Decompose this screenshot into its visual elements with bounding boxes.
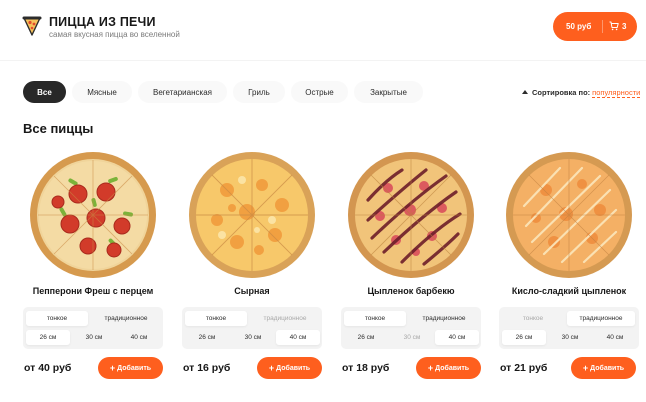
- plus-icon: +: [427, 363, 434, 373]
- pizza-price: от 40 руб: [24, 362, 72, 374]
- pizza-image: [506, 152, 632, 278]
- cart-button[interactable]: 50 руб 3: [553, 12, 637, 41]
- pizza-card: Кисло-сладкий цыпленок тонкое традиционн…: [499, 150, 639, 390]
- size-26[interactable]: 26 см: [344, 330, 388, 345]
- pizza-price: от 16 руб: [183, 362, 231, 374]
- pizza-name: Сырная: [234, 286, 270, 296]
- size-40[interactable]: 40 см: [435, 330, 479, 345]
- pizza-price: от 21 руб: [500, 362, 548, 374]
- size-30[interactable]: 30 см: [72, 330, 116, 345]
- dough-type-thin[interactable]: тонкое: [502, 311, 564, 326]
- cart-total-price: 50 руб: [566, 22, 592, 31]
- plus-icon: +: [582, 363, 589, 373]
- pizza-slice-icon[interactable]: [21, 15, 43, 37]
- add-to-cart-button[interactable]: + Добавить: [416, 357, 481, 379]
- size-40[interactable]: 40 см: [117, 330, 161, 345]
- category-spicy[interactable]: Острые: [291, 81, 348, 103]
- pizza-price: от 18 руб: [342, 362, 390, 374]
- dough-type-traditional[interactable]: традиционное: [412, 311, 476, 326]
- pizza-image: [189, 152, 315, 278]
- size-30[interactable]: 30 см: [548, 330, 592, 345]
- header-divider: [0, 60, 646, 61]
- pizza-name: Кисло-сладкий цыпленок: [511, 286, 627, 296]
- pizza-image: [30, 152, 156, 278]
- brand-title[interactable]: ПИЦЦА ИЗ ПЕЧИ: [49, 15, 156, 29]
- category-grill[interactable]: Гриль: [233, 81, 285, 103]
- dough-type-thin[interactable]: тонкое: [344, 311, 406, 326]
- sort-label: Сортировка по:: [532, 88, 591, 97]
- add-button-label: Добавить: [435, 364, 470, 372]
- category-closed[interactable]: Закрытые: [354, 81, 423, 103]
- add-button-label: Добавить: [276, 364, 311, 372]
- pizza-card: Сырная тонкое традиционное 26 см 30 см 4…: [182, 150, 322, 390]
- size-30[interactable]: 30 см: [231, 330, 275, 345]
- pizza-name: Цыпленок барбекю: [367, 286, 455, 296]
- pizza-options: тонкое традиционное 26 см 30 см 40 см: [341, 307, 481, 349]
- sort-arrow-icon: [522, 90, 528, 94]
- pizza-options: тонкое традиционное 26 см 30 см 40 см: [182, 307, 322, 349]
- add-button-label: Добавить: [590, 364, 625, 372]
- cart-divider: [602, 20, 603, 33]
- sort-value-link[interactable]: популярности: [592, 88, 641, 98]
- pizza-image: [348, 152, 474, 278]
- dough-type-traditional[interactable]: традиционное: [253, 311, 317, 326]
- pizza-card: Пепперони Фреш с перцем тонкое традицион…: [23, 150, 163, 390]
- add-to-cart-button[interactable]: + Добавить: [571, 357, 636, 379]
- dough-type-traditional[interactable]: традиционное: [94, 311, 158, 326]
- add-to-cart-button[interactable]: + Добавить: [98, 357, 163, 379]
- plus-icon: +: [268, 363, 275, 373]
- pizza-name: Пепперони Фреш с перцем: [32, 286, 154, 296]
- dough-type-traditional[interactable]: традиционное: [567, 311, 635, 326]
- shopping-cart-icon: [609, 21, 619, 31]
- size-26[interactable]: 26 см: [502, 330, 546, 345]
- add-button-label: Добавить: [117, 364, 152, 372]
- plus-icon: +: [109, 363, 116, 373]
- header: ПИЦЦА ИЗ ПЕЧИ самая вкусная пицца во все…: [0, 0, 646, 58]
- pizza-options: тонкое традиционное 26 см 30 см 40 см: [499, 307, 639, 349]
- size-40[interactable]: 40 см: [276, 330, 320, 345]
- sort-control[interactable]: Сортировка по: популярности: [522, 88, 641, 98]
- size-30[interactable]: 30 см: [390, 330, 434, 345]
- size-26[interactable]: 26 см: [185, 330, 229, 345]
- pizza-card: Цыпленок барбекю тонкое традиционное 26 …: [341, 150, 481, 390]
- dough-type-thin[interactable]: тонкое: [26, 311, 88, 326]
- category-vegetarian[interactable]: Вегетарианская: [138, 81, 227, 103]
- size-40[interactable]: 40 см: [593, 330, 637, 345]
- dough-type-thin[interactable]: тонкое: [185, 311, 247, 326]
- brand-subtitle: самая вкусная пицца во вселенной: [49, 30, 180, 39]
- add-to-cart-button[interactable]: + Добавить: [257, 357, 322, 379]
- category-meat[interactable]: Мясные: [72, 81, 132, 103]
- pizza-options: тонкое традиционное 26 см 30 см 40 см: [23, 307, 163, 349]
- section-title: Все пиццы: [23, 121, 94, 136]
- size-26[interactable]: 26 см: [26, 330, 70, 345]
- cart-item-count: 3: [622, 22, 627, 31]
- category-all[interactable]: Все: [23, 81, 66, 103]
